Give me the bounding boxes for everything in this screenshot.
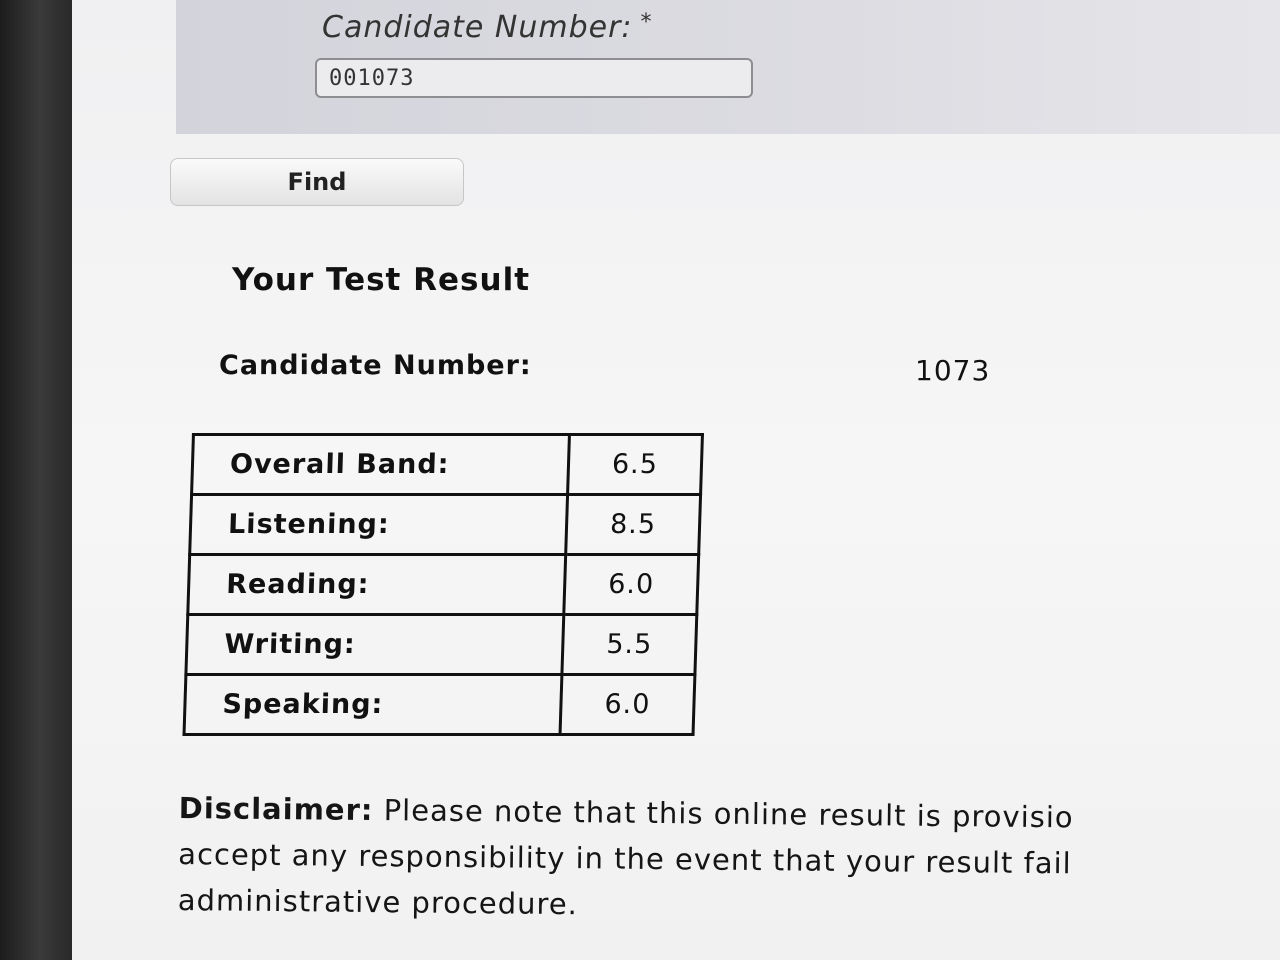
candidate-number-result-value: 1073	[915, 354, 991, 387]
scores-table: Overall Band: 6.5 Listening: 8.5 Reading…	[182, 433, 704, 736]
disclaimer-label: Disclaimer:	[178, 790, 374, 828]
score-value: 6.0	[560, 674, 695, 735]
score-value: 5.5	[561, 614, 697, 675]
search-form-panel: Candidate Number: *	[176, 0, 1280, 134]
disclaimer-line-1-text: Please note that this online result is p…	[373, 793, 1074, 835]
score-row-speaking: Speaking: 6.0	[184, 674, 695, 735]
score-label: Reading:	[187, 554, 566, 615]
score-value: 6.5	[567, 434, 703, 495]
score-value: 8.5	[565, 494, 701, 555]
candidate-number-label-text: Candidate Number:	[322, 10, 633, 45]
required-asterisk: *	[640, 10, 653, 35]
score-row-overall-band: Overall Band: 6.5	[191, 434, 703, 495]
test-result-heading: Your Test Result	[232, 262, 531, 298]
score-row-listening: Listening: 8.5	[189, 494, 701, 555]
score-label: Listening:	[189, 494, 568, 555]
find-button[interactable]: Find	[170, 158, 464, 206]
score-value: 6.0	[563, 554, 699, 615]
browser-page: Candidate Number: * Find Your Test Result…	[72, 0, 1280, 960]
disclaimer-text: Disclaimer: Please note that this online…	[178, 785, 1280, 935]
score-row-writing: Writing: 5.5	[185, 614, 697, 675]
score-label: Writing:	[185, 614, 564, 675]
score-label: Overall Band:	[191, 434, 570, 495]
candidate-number-result-label: Candidate Number:	[219, 350, 532, 381]
score-row-reading: Reading: 6.0	[187, 554, 699, 615]
score-label: Speaking:	[184, 674, 562, 735]
candidate-number-field-label: Candidate Number: *	[322, 10, 653, 45]
candidate-number-input[interactable]	[315, 58, 753, 98]
